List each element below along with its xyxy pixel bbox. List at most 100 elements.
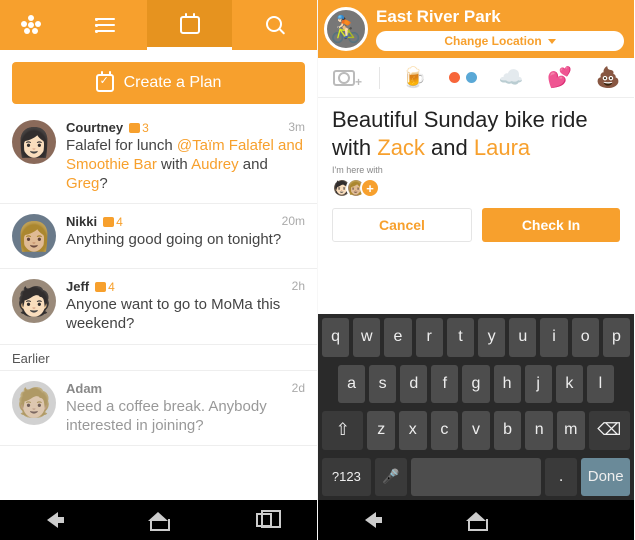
plan-item[interactable]: 🧑🏼 Adam Need a coffee break. Anybody int… [0,371,317,447]
plan-item[interactable]: 🧑🏻 Jeff 4 Anyone want to go to MoMa this… [0,269,317,345]
plan-message: Need a coffee break. Anybody interested … [66,398,305,436]
sticker-hearts[interactable]: 💕 [546,64,574,92]
key-period[interactable]: . [545,458,577,497]
key-h[interactable]: h [494,365,521,404]
nav-recent-button[interactable] [252,508,276,532]
key-a[interactable]: a [338,365,365,404]
key-l[interactable]: l [587,365,614,404]
key-o[interactable]: o [572,318,599,357]
calendar-icon [180,16,200,34]
section-earlier: Earlier [0,345,317,371]
timestamp: 3m [288,120,305,134]
user-mention[interactable]: Laura [474,135,530,160]
nav-home-button[interactable] [146,508,170,532]
key-r[interactable]: r [416,318,443,357]
nav-home-button[interactable] [464,508,488,532]
plan-message: Falafel for lunch @Taïm Falafel and Smoo… [66,137,305,193]
change-location-label: Change Location [444,34,541,48]
key-backspace[interactable]: ⌫ [589,411,630,450]
create-plan-button[interactable]: Create a Plan [12,62,305,104]
key-symbols[interactable]: ?123 [322,458,371,497]
sticker-glasses[interactable] [449,64,477,92]
tab-list[interactable] [62,0,147,50]
key-k[interactable]: k [556,365,583,404]
plan-author: Jeff [66,279,89,294]
key-x[interactable]: x [399,411,427,450]
comment-count: 4 [108,280,115,294]
glasses-icon [449,72,477,84]
tab-search[interactable] [232,0,317,50]
checkin-label: Check In [522,217,580,233]
key-e[interactable]: e [384,318,411,357]
sticker-poo[interactable]: 💩 [594,64,622,92]
key-w[interactable]: w [353,318,380,357]
checkin-header: 🚴🏻 East River Park Change Location [318,0,634,58]
create-plan-label: Create a Plan [124,74,222,92]
add-friend-button[interactable]: + [360,178,380,198]
back-icon [365,512,376,528]
key-f[interactable]: f [431,365,458,404]
recent-icon [256,513,272,527]
key-n[interactable]: n [525,411,553,450]
key-i[interactable]: i [540,318,567,357]
swarm-logo-icon [21,15,41,35]
nav-back-button[interactable] [359,508,383,532]
plan-author: Adam [66,381,102,396]
plan-author: Courtney [66,120,123,135]
key-s[interactable]: s [369,365,396,404]
key-g[interactable]: g [462,365,489,404]
cancel-button[interactable]: Cancel [332,208,472,242]
key-m[interactable]: m [557,411,585,450]
key-y[interactable]: y [478,318,505,357]
here-with-section: I'm here with 🧑🏻 👩🏼 + [318,165,634,204]
android-nav-bar [0,500,317,540]
key-q[interactable]: q [322,318,349,357]
home-icon [468,512,484,528]
comment-count: 3 [142,121,149,135]
back-icon [47,512,58,528]
plan-author: Nikki [66,214,97,229]
sticker-bar: 🍺 ☁️ 💕 💩 [318,58,634,98]
key-p[interactable]: p [603,318,630,357]
key-b[interactable]: b [494,411,522,450]
key-shift[interactable]: ⇧ [322,411,363,450]
sticker-beer[interactable]: 🍺 [400,64,428,92]
user-mention[interactable]: Zack [377,135,425,160]
key-j[interactable]: j [525,365,552,404]
key-mic[interactable]: 🎤 [375,458,407,497]
key-t[interactable]: t [447,318,474,357]
plan-item[interactable]: 👩🏼 Nikki 4 Anything good going on tonigh… [0,204,317,269]
avatar: 🧑🏼 [12,381,56,425]
checkin-text[interactable]: Beautiful Sunday bike ride with Zack and… [318,98,634,165]
comment-count-icon: 4 [103,215,123,229]
plan-message: Anyone want to go to MoMa this weekend? [66,296,305,334]
here-with-avatars[interactable]: 🧑🏻 👩🏼 + [332,178,620,198]
tab-calendar[interactable] [147,0,232,50]
key-z[interactable]: z [367,411,395,450]
plans-screen: Create a Plan 👩🏻 Courtney 3 Falafel for … [0,0,317,540]
timestamp: 2h [292,279,305,293]
checkin-button[interactable]: Check In [482,208,620,242]
add-photo-button[interactable] [330,64,358,92]
comment-count-icon: 4 [95,280,115,294]
plan-item[interactable]: 👩🏻 Courtney 3 Falafel for lunch @Taïm Fa… [0,110,317,204]
keyboard-row-4: ?123 🎤 . Done [318,454,634,501]
key-d[interactable]: d [400,365,427,404]
home-icon [150,512,166,528]
user-mention[interactable]: Audrey [191,156,239,173]
nav-recent-button[interactable] [569,508,593,532]
key-c[interactable]: c [431,411,459,450]
swarm-logo[interactable] [0,15,62,35]
key-u[interactable]: u [509,318,536,357]
change-location-button[interactable]: Change Location [376,31,624,51]
user-mention[interactable]: Greg [66,175,99,192]
nav-back-button[interactable] [41,508,65,532]
top-bar [0,0,317,50]
keyboard-row-1: q w e r t y u i o p [318,314,634,361]
sticker-cloud[interactable]: ☁️ [497,64,525,92]
comment-count-icon: 3 [129,121,149,135]
profile-avatar[interactable]: 🚴🏻 [324,7,368,51]
key-space[interactable] [411,458,541,497]
key-done[interactable]: Done [581,458,630,497]
key-v[interactable]: v [462,411,490,450]
